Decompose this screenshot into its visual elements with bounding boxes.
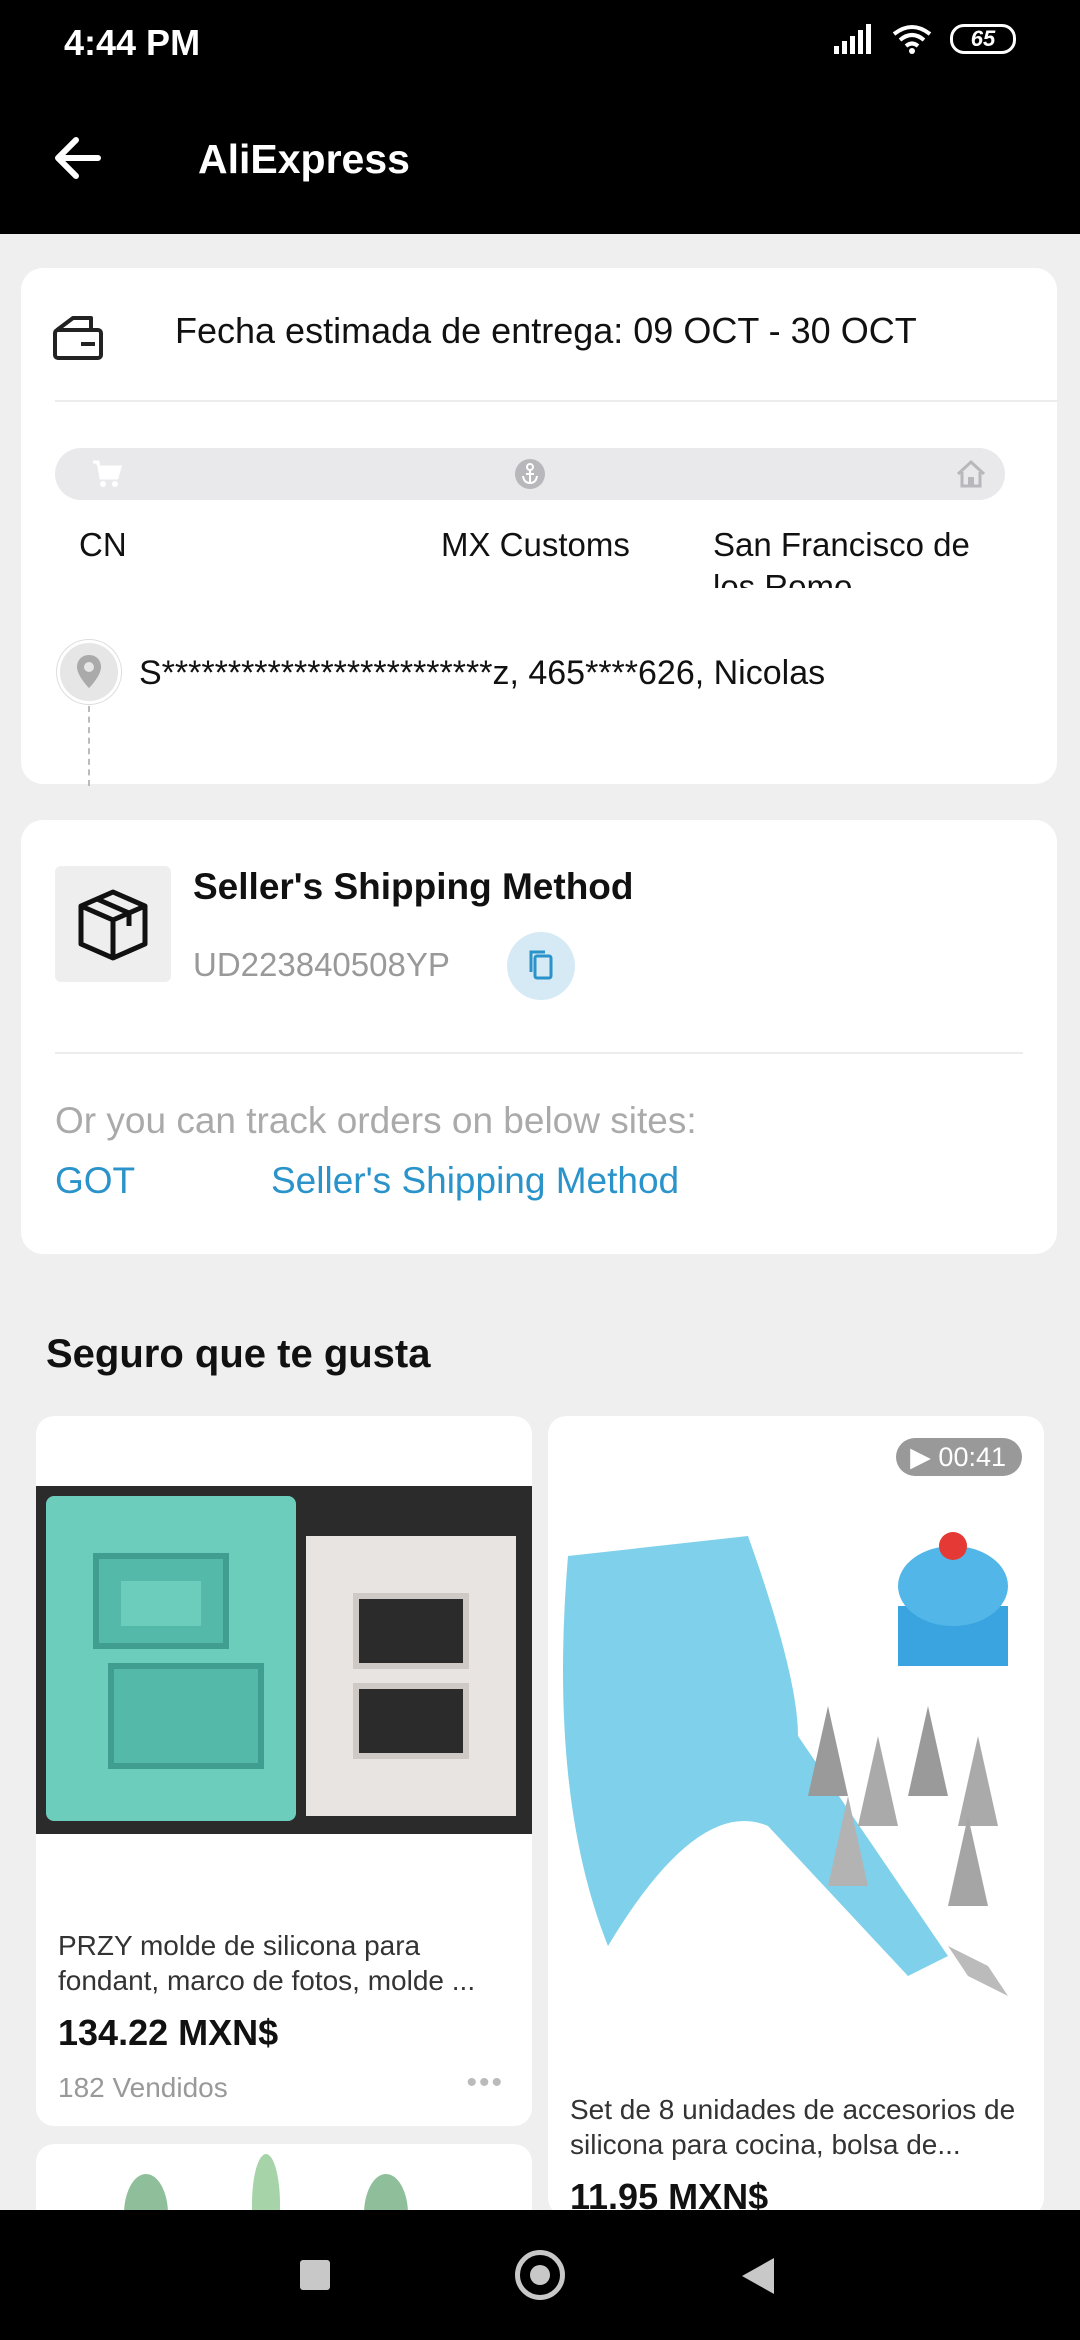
tracking-number: UD223840508YP — [193, 946, 450, 983]
divider — [55, 1052, 1023, 1054]
copy-button[interactable] — [507, 932, 575, 1000]
delivery-truck-icon — [53, 316, 103, 360]
video-duration-badge: ▶ 00:41 — [896, 1438, 1022, 1476]
status-icons: 65 — [834, 24, 1016, 54]
product-name: Set de 8 unidades de accesorios de silic… — [570, 2094, 1016, 2160]
stop-origin: CN — [79, 526, 127, 563]
battery-icon: 65 — [950, 24, 1016, 54]
home-button-dot — [530, 2265, 550, 2285]
recents-button[interactable] — [300, 2260, 330, 2290]
wifi-icon — [892, 25, 932, 54]
copy-icon — [529, 950, 553, 980]
package-tile — [55, 866, 171, 982]
product-sold-count: 182 Vendidos — [58, 2072, 228, 2103]
signal-icon — [834, 24, 871, 54]
link-seller-shipping[interactable]: Seller's Shipping Method — [271, 1160, 679, 1202]
product-card[interactable]: PRZY molde de silicona para fondant, mar… — [36, 1416, 532, 2126]
shipping-card: Seller's Shipping Method UD223840508YP O… — [21, 820, 1057, 1254]
customs-anchor-icon — [515, 459, 545, 489]
location-pin-icon — [57, 640, 121, 704]
delivery-estimate: Fecha estimada de entrega: 09 OCT - 30 O… — [175, 310, 917, 351]
delivery-card: Fecha estimada de entrega: 09 OCT - 30 O… — [21, 268, 1057, 786]
status-bar: 4:44 PM 65 — [0, 0, 1080, 84]
status-time: 4:44 PM — [64, 22, 201, 63]
product-image[interactable] — [548, 1496, 1044, 2016]
cart-icon — [93, 460, 122, 487]
stop-destination: San Francisco de los Romo — [713, 526, 970, 588]
link-got[interactable]: GOT — [55, 1160, 135, 1202]
home-button[interactable] — [515, 2250, 565, 2300]
system-nav-bar — [0, 2210, 1080, 2340]
video-duration: 00:41 — [938, 1442, 1006, 1472]
product-image[interactable] — [36, 1486, 532, 1834]
product-card[interactable]: ▶ 00:41 Set de 8 unidades de accesorios … — [548, 1416, 1044, 2216]
play-icon: ▶ — [910, 1442, 931, 1472]
package-icon — [78, 889, 148, 961]
shipping-method-title: Seller's Shipping Method — [193, 866, 634, 907]
recommendations-title: Seguro que te gusta — [46, 1332, 431, 1376]
system-back-button[interactable] — [742, 2258, 774, 2294]
app-title: AliExpress — [198, 136, 410, 182]
track-sites-hint: Or you can track orders on below sites: — [55, 1100, 697, 1141]
more-options-icon[interactable]: ••• — [466, 2066, 504, 2100]
product-price: 134.22 MXN$ — [58, 2012, 279, 2053]
app-bar: AliExpress — [0, 84, 1080, 234]
stop-customs: MX Customs — [441, 526, 630, 563]
delivery-address: S*************************z, 465****626,… — [139, 654, 826, 692]
tracking-progress-bar — [55, 448, 1005, 500]
product-name: PRZY molde de silicona para fondant, mar… — [58, 1930, 476, 1996]
divider — [55, 400, 1057, 402]
home-icon — [956, 459, 986, 488]
back-arrow-icon[interactable] — [48, 128, 108, 188]
address-connector — [88, 706, 90, 786]
